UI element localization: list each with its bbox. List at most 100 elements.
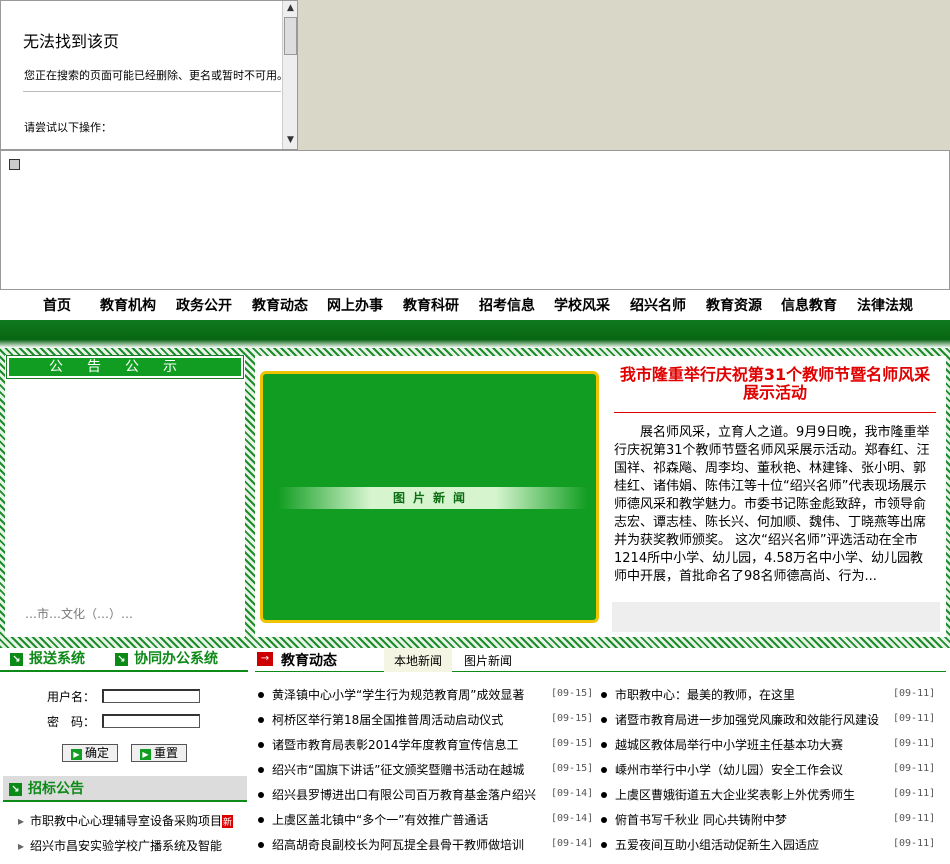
scroll-thumb[interactable]: [284, 17, 297, 55]
news-title[interactable]: 越城区教体局举行中小学班主任基本功大赛: [615, 736, 883, 753]
news-title[interactable]: 绍高胡奇良副校长为阿瓦提全县骨干教师做培训: [272, 836, 538, 853]
nav-item-institutions[interactable]: 教育机构: [100, 295, 156, 315]
office-system-tab[interactable]: ↘ 协同办公系统: [115, 648, 218, 670]
bullet-arrow-icon: ▸: [18, 814, 25, 828]
news-item[interactable]: 绍高胡奇良副校长为阿瓦提全县骨干教师做培训: [258, 836, 538, 853]
bullet-icon: [258, 816, 264, 823]
news-title[interactable]: 柯桥区举行第18届全国推普周活动启动仪式: [272, 711, 538, 728]
news-date: [09-14]: [551, 838, 594, 849]
nav-item-resources[interactable]: 教育资源: [706, 295, 762, 315]
tender-title-label: 招标公告: [28, 781, 84, 797]
ok-icon: ▶: [70, 749, 82, 760]
headline-footer: [612, 602, 940, 632]
bullet-icon: [258, 716, 264, 723]
username-input[interactable]: [102, 689, 200, 703]
nav-item-edu-news[interactable]: 教育动态: [252, 295, 308, 315]
reset-button[interactable]: ▶ 重置: [131, 744, 187, 762]
nav-item-teachers[interactable]: 绍兴名师: [630, 295, 686, 315]
tender-item[interactable]: ▸ 绍兴市昌安实验学校广播系统及智能: [18, 837, 250, 854]
bullet-icon: [601, 741, 607, 748]
news-title[interactable]: 上虞区盖北镇中“多个一”有效推广普通话: [272, 811, 538, 828]
nav-item-research[interactable]: 教育科研: [403, 295, 459, 315]
submit-system-label: 报送系统: [29, 651, 85, 667]
tab-photo-news[interactable]: 图片新闻: [454, 648, 522, 672]
error-description: 您正在搜索的页面可能已经删除、更名或暂时不可用。: [24, 69, 282, 82]
tab-local-news[interactable]: 本地新闻: [384, 648, 453, 672]
news-item[interactable]: 俯首书写千秋业 同心共铸附中梦: [601, 811, 883, 828]
nav-item-home[interactable]: 首页: [43, 295, 71, 315]
news-date: [09-15]: [551, 713, 594, 724]
edu-news-header: → 教育动态 本地新闻 图片新闻: [255, 648, 946, 672]
news-item[interactable]: 市职教中心：最美的教师，在这里: [601, 686, 883, 703]
news-item[interactable]: 黄泽镇中心小学“学生行为规范教育周”成效显著: [258, 686, 538, 703]
news-date: [09-11]: [893, 788, 936, 799]
password-label: 密 码：: [47, 715, 96, 729]
tender-item-label: 市职教中心心理辅导室设备采购项目: [30, 814, 223, 828]
news-item[interactable]: 绍兴市“国旗下讲话”征文颁奖暨赠书活动在越城: [258, 761, 538, 778]
error-title: 无法找到该页: [23, 32, 120, 51]
news-item[interactable]: 五爱夜间互助小组活动促新生入园适应: [601, 836, 883, 853]
new-badge: 新: [222, 815, 234, 828]
news-item[interactable]: 绍兴县罗博进出口有限公司百万教育基金落户绍兴: [258, 786, 538, 803]
scrollbar[interactable]: ▲ ▼: [282, 1, 297, 149]
news-title[interactable]: 绍兴市“国旗下讲话”征文颁奖暨赠书活动在越城: [272, 761, 538, 778]
news-item[interactable]: 柯桥区举行第18届全国推普周活动启动仪式: [258, 711, 538, 728]
news-date: [09-11]: [893, 813, 936, 824]
arrow-icon: ↘: [9, 782, 22, 796]
tender-item-label: 绍兴市昌安实验学校广播系统及智能: [30, 839, 223, 853]
news-title[interactable]: 黄泽镇中心小学“学生行为规范教育周”成效显著: [272, 686, 538, 703]
bullet-icon: [601, 716, 607, 723]
scroll-down-icon[interactable]: ▼: [283, 133, 297, 148]
flash-banner-placeholder: [0, 150, 950, 290]
news-title[interactable]: 诸暨市教育局进一步加强党风廉政和效能行风建设: [615, 711, 883, 728]
notice-title: 公告公示: [6, 355, 244, 379]
tender-item[interactable]: ▸ 市职教中心心理辅导室设备采购项目新: [18, 812, 250, 829]
headline-title[interactable]: 我市隆重举行庆祝第31个教师节暨名师风采展示活动: [614, 366, 936, 402]
nav-item-online-service[interactable]: 网上办事: [327, 295, 383, 315]
news-date: [09-14]: [551, 788, 594, 799]
nav-item-schools[interactable]: 学校风采: [554, 295, 610, 315]
reset-icon: ▶: [139, 749, 151, 760]
news-title[interactable]: 俯首书写千秋业 同心共铸附中梦: [615, 811, 883, 828]
scroll-up-icon[interactable]: ▲: [283, 1, 297, 16]
news-date: [09-11]: [893, 838, 936, 849]
news-date: [09-15]: [551, 763, 594, 774]
nav-item-government[interactable]: 政务公开: [176, 295, 232, 315]
office-system-label: 协同办公系统: [134, 651, 218, 667]
bullet-icon: [258, 741, 264, 748]
news-item[interactable]: 上虞区曹娥街道五大企业奖表彰上外优秀师生: [601, 786, 883, 803]
submit-system-tab[interactable]: ↘ 报送系统: [10, 648, 85, 670]
username-label: 用户名：: [47, 690, 96, 704]
arrow-right-icon: →: [257, 652, 273, 666]
news-item[interactable]: 诸暨市教育局进一步加强党风廉政和效能行风建设: [601, 711, 883, 728]
photo-news-box[interactable]: 图片新闻: [260, 371, 599, 623]
photo-news-label: 图片新闻: [278, 487, 588, 509]
nav-item-laws[interactable]: 法律法规: [857, 295, 913, 315]
news-title[interactable]: 五爱夜间互助小组活动促新生入园适应: [615, 836, 883, 853]
tender-title[interactable]: ↘ 招标公告: [9, 778, 84, 800]
headline-body: 展名师风采，立育人之道。9月9日晚，我市隆重举行庆祝第31个教师节暨名师风采展示…: [614, 425, 930, 584]
nav-item-exams[interactable]: 招考信息: [479, 295, 535, 315]
arrow-icon: ↘: [10, 652, 23, 666]
news-item[interactable]: 越城区教体局举行中小学班主任基本功大赛: [601, 736, 883, 753]
tender-header: ↘ 招标公告: [3, 776, 247, 802]
notice-panel: 公告公示 …市…文化（…）…: [5, 355, 245, 637]
news-date: [09-11]: [893, 688, 936, 699]
news-title[interactable]: 诸暨市教育局表彰2014学年度教育宣传信息工: [272, 736, 538, 753]
edu-news-title: 教育动态: [281, 653, 337, 669]
news-title[interactable]: 嵊州市举行中小学（幼儿园）安全工作会议: [615, 761, 883, 778]
news-title[interactable]: 上虞区曹娥街道五大企业奖表彰上外优秀师生: [615, 786, 883, 803]
ok-button[interactable]: ▶ 确定: [62, 744, 118, 762]
broken-plugin-icon: [9, 159, 20, 170]
news-title[interactable]: 市职教中心：最美的教师，在这里: [615, 686, 883, 703]
news-item[interactable]: 嵊州市举行中小学（幼儿园）安全工作会议: [601, 761, 883, 778]
error-page-frame: 无法找到该页 您正在搜索的页面可能已经删除、更名或暂时不可用。 请尝试以下操作：…: [0, 0, 298, 150]
password-input[interactable]: [102, 714, 200, 728]
notice-ticker[interactable]: …市…文化（…）…: [25, 605, 133, 622]
bullet-icon: [258, 841, 264, 848]
news-item[interactable]: 上虞区盖北镇中“多个一”有效推广普通话: [258, 811, 538, 828]
bullet-icon: [601, 816, 607, 823]
nav-item-it-education[interactable]: 信息教育: [781, 295, 837, 315]
news-item[interactable]: 诸暨市教育局表彰2014学年度教育宣传信息工: [258, 736, 538, 753]
news-title[interactable]: 绍兴县罗博进出口有限公司百万教育基金落户绍兴: [272, 786, 538, 803]
